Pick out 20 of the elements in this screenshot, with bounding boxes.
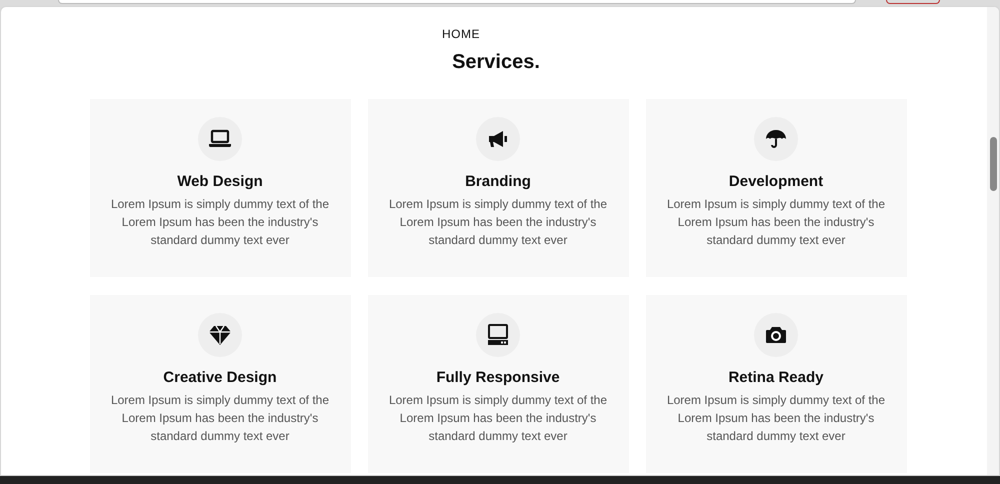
service-description: Lorem Ipsum is simply dummy text of the Lorem Ipsum has been the industry's standard dummy text ever (110, 196, 330, 249)
umbrella-icon (754, 117, 798, 161)
service-description: Lorem Ipsum is simply dummy text of the Lorem Ipsum has been the industry's standard dummy text ever (388, 196, 608, 249)
service-description: Lorem Ipsum is simply dummy text of the Lorem Ipsum has been the industry's standard dummy text ever (666, 196, 886, 249)
service-title: Branding (465, 173, 531, 190)
section-title: Services. (452, 51, 540, 74)
service-title: Fully Responsive (436, 369, 560, 386)
desktop-icon (476, 313, 520, 357)
service-description: Lorem Ipsum is simply dummy text of the Lorem Ipsum has been the industry's standard dummy text ever (666, 392, 886, 445)
service-title: Development (728, 173, 824, 190)
scrollbar[interactable] (987, 7, 999, 475)
service-title: Web Design (177, 173, 263, 190)
service-description: Lorem Ipsum is simply dummy text of the Lorem Ipsum has been the industry's standard dummy text ever (110, 392, 330, 445)
service-title: Creative Design (163, 369, 277, 386)
service-description: Lorem Ipsum is simply dummy text of the Lorem Ipsum has been the industry's standard dummy text ever (388, 392, 608, 445)
megaphone-icon (476, 117, 520, 161)
breadcrumb-link[interactable]: HOME (442, 27, 480, 41)
camera-icon (754, 313, 798, 357)
service-title: Retina Ready (728, 369, 824, 386)
laptop-icon (198, 117, 242, 161)
